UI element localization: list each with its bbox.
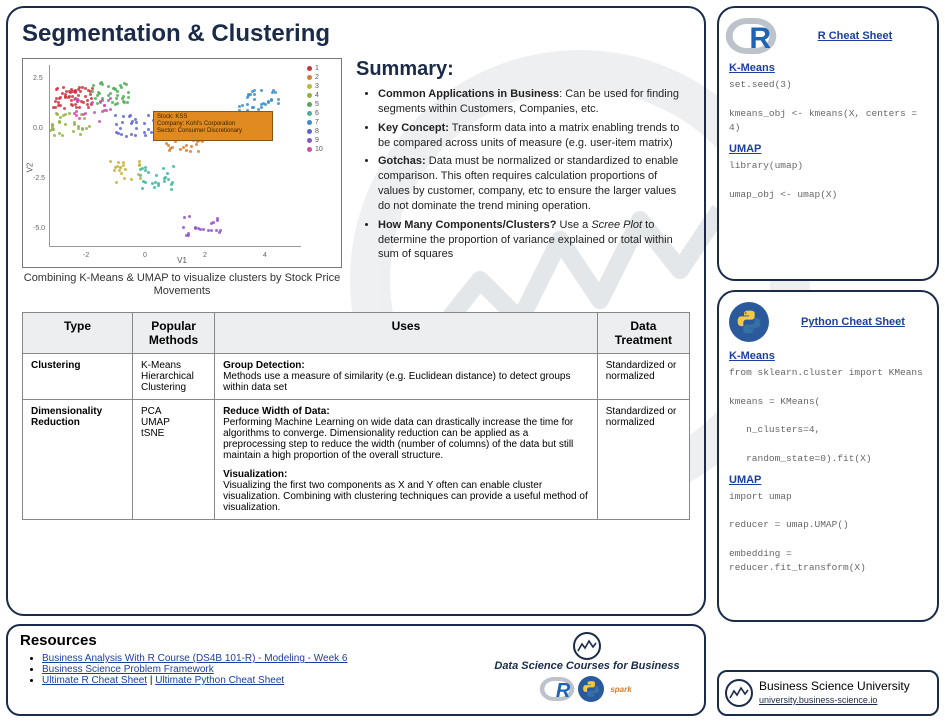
scatter-figure: V2 V1 2.5 0.0 -2.5 -5.0 -2 0 2 4 Stock: … xyxy=(22,58,342,298)
page-title: Segmentation & Clustering xyxy=(22,20,690,48)
table-header: Uses xyxy=(215,313,598,354)
python-cheat-sheet-panel: Python Cheat Sheet K-Means from sklearn.c… xyxy=(717,290,939,622)
table-header: Data Treatment xyxy=(597,313,689,354)
university-link[interactable]: university.business-science.io xyxy=(759,695,877,705)
scatter-legend: 12345678910 xyxy=(307,65,337,155)
business-science-logo-icon xyxy=(725,679,753,707)
r-cheat-sheet-panel: R R Cheat Sheet K-Means set.seed(3) kmean… xyxy=(717,6,939,281)
business-science-logo-icon xyxy=(573,632,601,660)
scatter-plot: V2 V1 2.5 0.0 -2.5 -5.0 -2 0 2 4 Stock: … xyxy=(22,58,342,268)
r-cheat-sheet-link[interactable]: R Cheat Sheet xyxy=(783,30,927,42)
r-logo-icon: R xyxy=(729,18,773,54)
summary-item: How Many Components/Clusters? Use a Scre… xyxy=(378,218,690,263)
scatter-xlabel: V1 xyxy=(177,256,187,265)
code-block: from sklearn.cluster import KMeans kmean… xyxy=(729,366,927,466)
main-panel: Segmentation & Clustering V2 V1 2.5 0.0 … xyxy=(6,6,706,616)
summary-title: Summary: xyxy=(356,58,690,81)
resource-item: Ultimate R Cheat Sheet | Ultimate Python… xyxy=(42,675,482,686)
summary-item: Key Concept: Transform data into a matri… xyxy=(378,121,690,151)
code-block: set.seed(3) kmeans_obj <- kmeans(X, cent… xyxy=(729,78,927,135)
methods-table: TypePopular MethodsUsesData Treatment Cl… xyxy=(22,312,690,520)
resource-link[interactable]: Business Analysis With R Course (DS4B 10… xyxy=(42,653,347,664)
scatter-tooltip: Stock: KSS Company: Kohl's Corporation S… xyxy=(153,111,273,141)
resource-item: Business Analysis With R Course (DS4B 10… xyxy=(42,653,482,664)
resource-link[interactable]: Ultimate R Cheat Sheet xyxy=(42,675,147,686)
table-header: Popular Methods xyxy=(133,313,215,354)
resource-link[interactable]: Ultimate Python Cheat Sheet xyxy=(155,675,284,686)
cheat-section-heading[interactable]: K-Means xyxy=(729,350,927,362)
table-header: Type xyxy=(23,313,133,354)
cheat-section-heading[interactable]: K-Means xyxy=(729,62,927,74)
code-block: import umap reducer = umap.UMAP() embedd… xyxy=(729,490,927,576)
scatter-ylabel: V2 xyxy=(25,163,34,173)
table-row: ClusteringK-Means Hierarchical Clusterin… xyxy=(23,354,690,400)
python-cheat-sheet-link[interactable]: Python Cheat Sheet xyxy=(779,316,927,328)
r-logo-icon: R xyxy=(542,677,572,701)
scatter-caption: Combining K-Means & UMAP to visualize cl… xyxy=(22,272,342,298)
python-logo-icon xyxy=(729,302,769,342)
resources-panel: Resources Business Analysis With R Cours… xyxy=(6,624,706,716)
code-block: library(umap) umap_obj <- umap(X) xyxy=(729,159,927,202)
summary-section: Summary: Common Applications in Business… xyxy=(356,58,690,298)
table-row: Dimensionality ReductionPCA UMAP tSNERed… xyxy=(23,400,690,520)
spark-logo-icon: spark xyxy=(610,685,631,694)
resource-link[interactable]: Business Science Problem Framework xyxy=(42,664,214,675)
university-name: Business Science University xyxy=(759,680,910,693)
summary-item: Common Applications in Business: Can be … xyxy=(378,87,690,117)
courses-title: Data Science Courses for Business xyxy=(482,660,692,672)
summary-item: Gotchas: Data must be normalized or stan… xyxy=(378,154,690,213)
university-panel: Business Science University university.b… xyxy=(717,670,939,716)
cheat-section-heading[interactable]: UMAP xyxy=(729,474,927,486)
resource-item: Business Science Problem Framework xyxy=(42,664,482,675)
python-logo-icon xyxy=(578,676,604,702)
resources-title: Resources xyxy=(20,632,482,649)
cheat-section-heading[interactable]: UMAP xyxy=(729,143,927,155)
